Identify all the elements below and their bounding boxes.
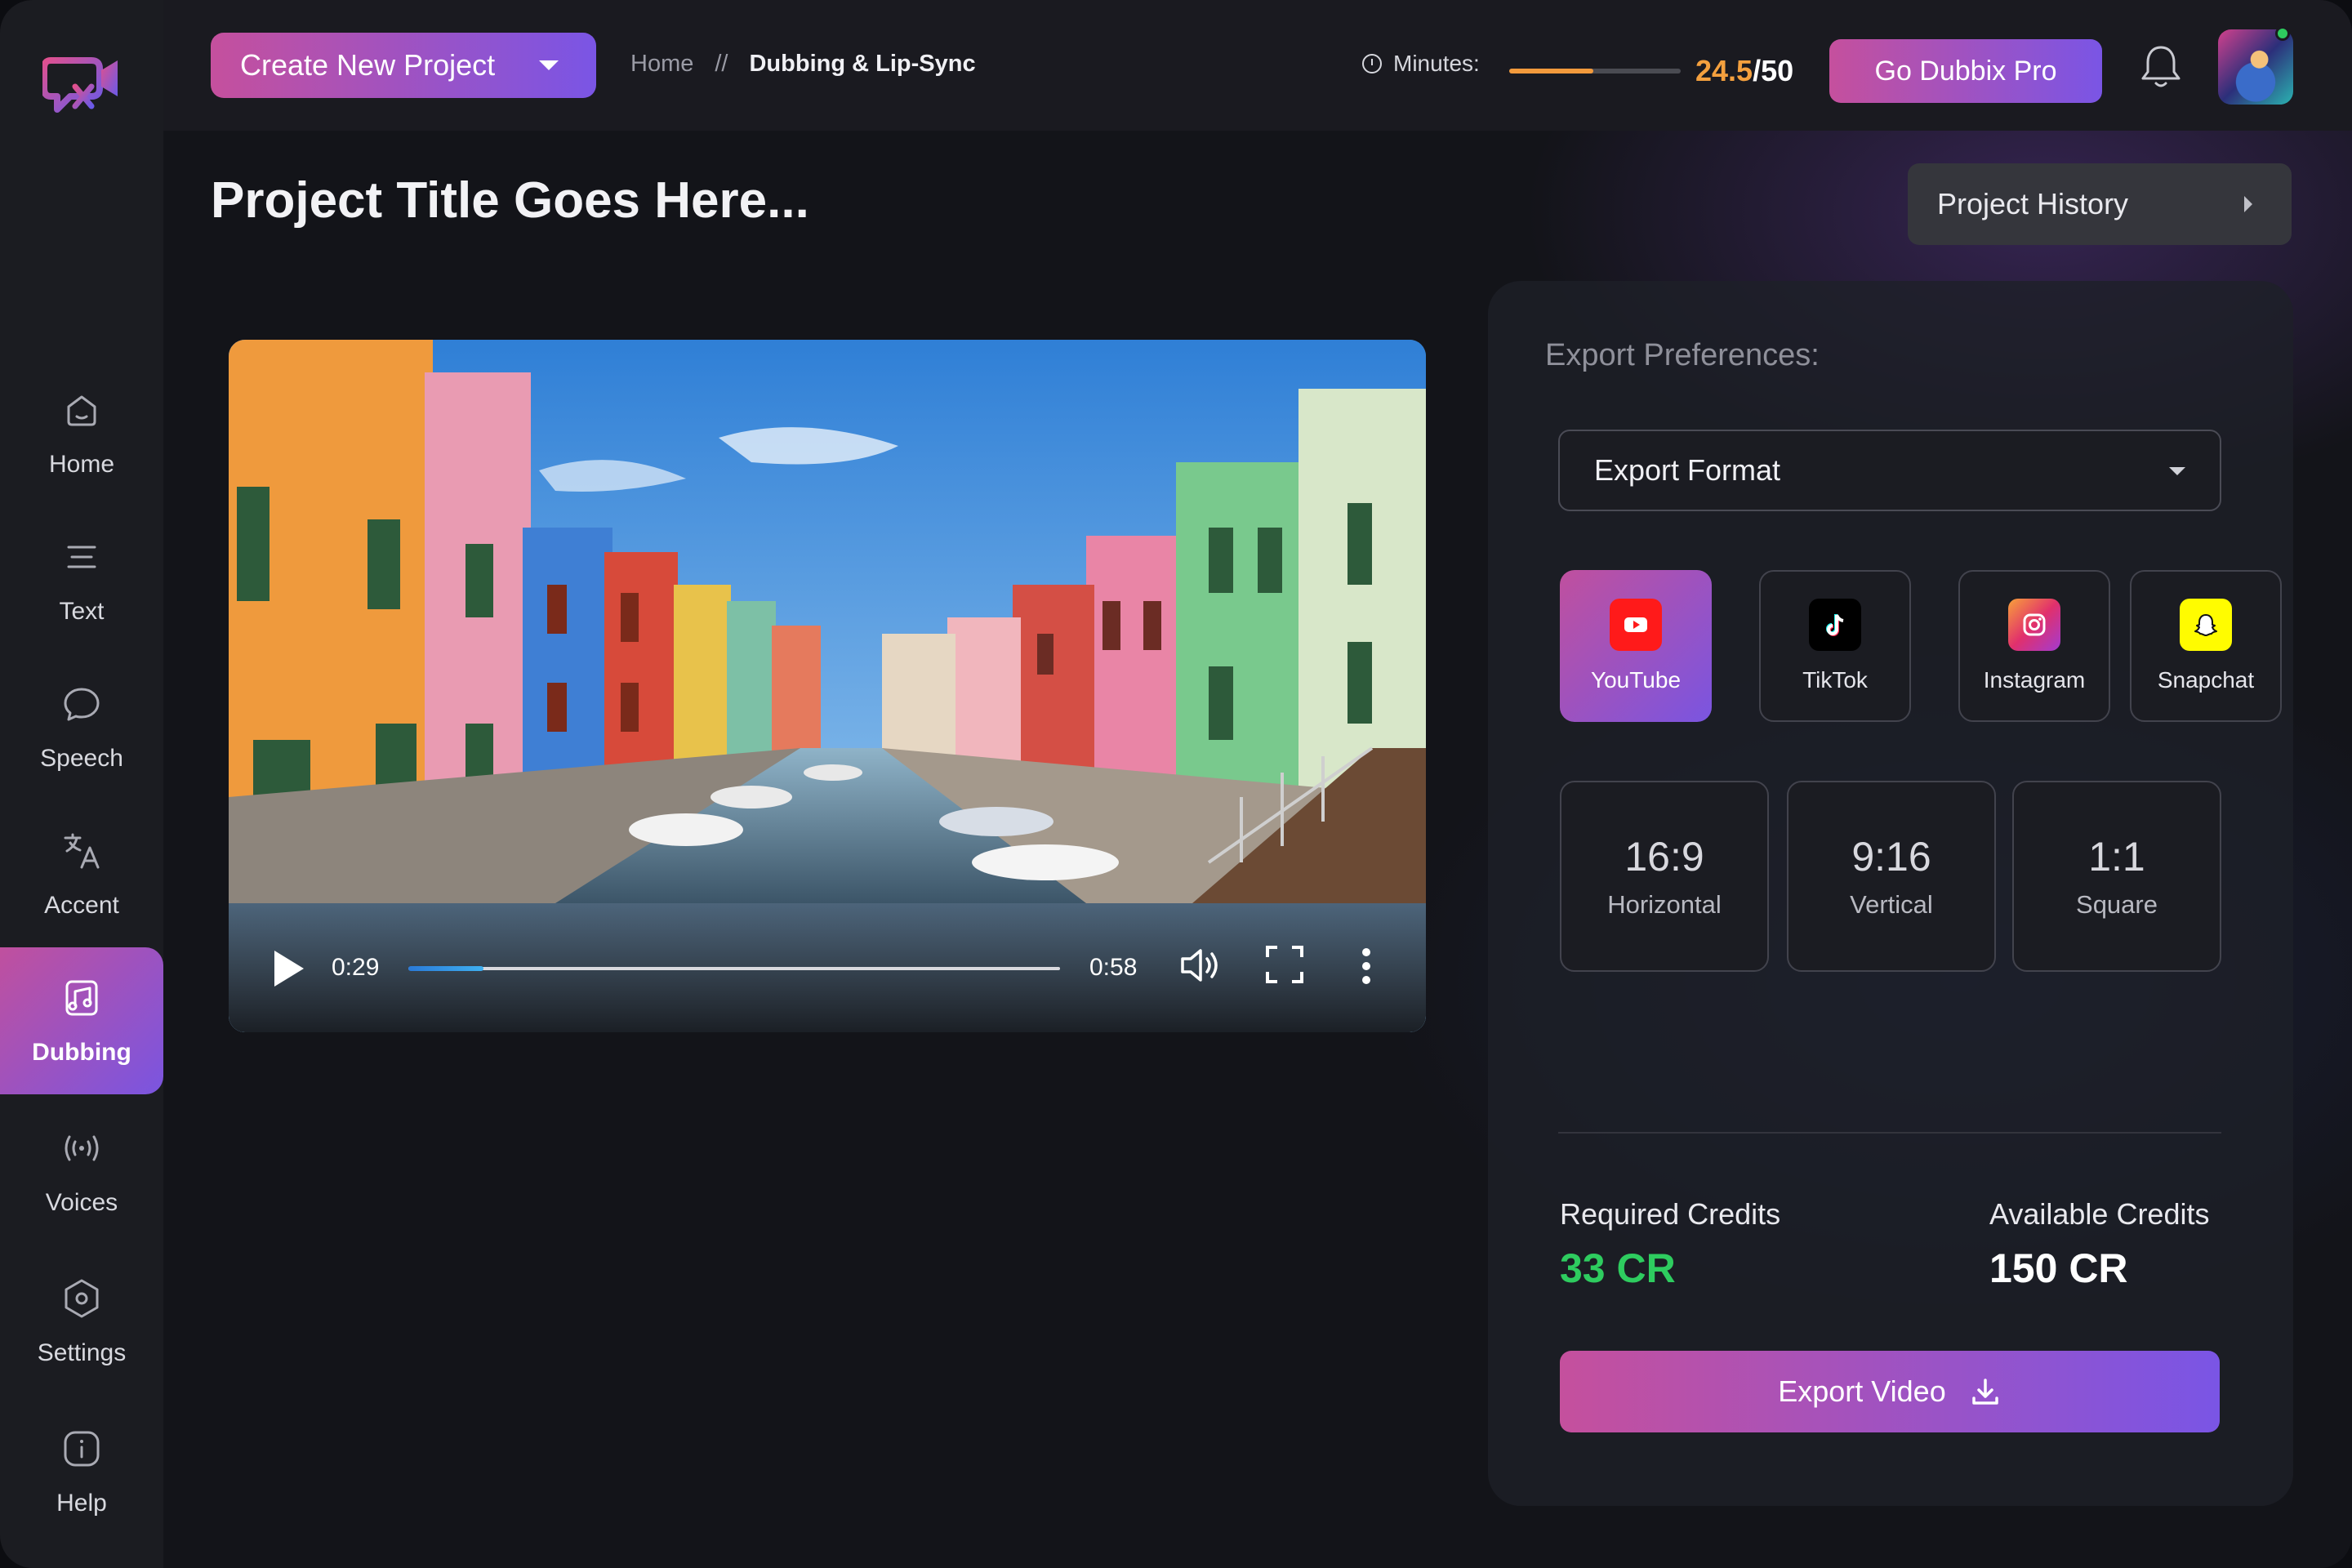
youtube-icon (1610, 599, 1662, 651)
project-history-button[interactable]: Project History (1908, 163, 2292, 245)
export-format-select[interactable]: Export Format (1558, 430, 2221, 511)
breadcrumb-home[interactable]: Home (630, 51, 693, 78)
platform-youtube[interactable]: YouTube (1560, 570, 1712, 722)
platform-label: TikTok (1802, 667, 1868, 693)
online-status-dot (2275, 26, 2290, 41)
sidebar-item-speech[interactable]: Speech (0, 653, 163, 800)
ratio-value: 1:1 (2088, 834, 2145, 880)
panel-title: Export Preferences: (1545, 338, 1820, 372)
page-title[interactable]: Project Title Goes Here... (211, 172, 809, 229)
sidebar-item-voices[interactable]: Voices (0, 1098, 163, 1245)
current-time: 0:29 (332, 954, 380, 981)
snapchat-icon (2180, 599, 2232, 651)
available-credits-label: Available Credits (1989, 1197, 2210, 1231)
sidebar: Home Text Speech Accent Dubbing Voices S… (0, 0, 163, 1568)
minutes-used: 24.5 (1695, 54, 1753, 87)
download-icon (1971, 1379, 1998, 1405)
minutes-count: 24.5/50 (1695, 54, 1793, 88)
go-pro-button[interactable]: Go Dubbix Pro (1829, 39, 2102, 103)
sidebar-item-help[interactable]: Help (0, 1398, 163, 1545)
caret-down-icon (539, 60, 559, 70)
text-lines-icon (67, 546, 96, 568)
speech-bubble-icon (64, 688, 100, 721)
available-credits-value: 150 CR (1989, 1245, 2128, 1291)
minutes-total: /50 (1753, 54, 1794, 87)
platform-label: YouTube (1590, 667, 1682, 693)
ratio-name: Square (2076, 890, 2158, 919)
sidebar-item-label: Dubbing (32, 1039, 131, 1066)
ratio-value: 9:16 (1851, 834, 1931, 880)
platform-instagram[interactable]: Instagram (1958, 570, 2110, 722)
ratio-name: Horizontal (1607, 890, 1722, 919)
fullscreen-icon[interactable] (1264, 944, 1305, 985)
required-credits-value: 33 CR (1560, 1245, 1676, 1291)
play-icon[interactable] (274, 951, 304, 987)
platform-label: Snapchat (2157, 667, 2255, 693)
chevron-down-icon (2169, 467, 2185, 475)
sidebar-item-label: Text (59, 598, 105, 625)
sidebar-item-label: Accent (44, 892, 119, 919)
tiktok-icon (1809, 599, 1861, 651)
minutes-progress-fill (1509, 69, 1593, 74)
platform-snapchat[interactable]: Snapchat (2130, 570, 2282, 722)
project-history-label: Project History (1937, 187, 2129, 220)
platform-label: Instagram (1983, 667, 2086, 693)
sidebar-item-text[interactable]: Text (0, 506, 163, 653)
duration: 0:58 (1089, 954, 1138, 981)
breadcrumb-separator: // (715, 51, 728, 77)
export-video-label: Export Video (1778, 1374, 1946, 1408)
export-preferences-panel: Export Preferences: Export Format YouTub… (1488, 281, 2293, 1506)
sidebar-item-dubbing[interactable]: Dubbing (0, 947, 163, 1094)
clock-icon (1362, 54, 1382, 74)
app-window: Home Text Speech Accent Dubbing Voices S… (0, 0, 2352, 1568)
minutes-progress-bar (1509, 69, 1681, 74)
sidebar-item-home[interactable]: Home (0, 359, 163, 506)
minutes-usage: Minutes: (1362, 51, 1480, 77)
ratio-16-9[interactable]: 16:9 Horizontal (1560, 781, 1769, 972)
sidebar-item-label: Help (56, 1490, 107, 1517)
ratio-1-1[interactable]: 1:1 Square (2012, 781, 2221, 972)
create-project-button[interactable]: Create New Project (211, 33, 596, 98)
bell-icon[interactable] (2136, 41, 2185, 93)
export-format-placeholder: Export Format (1594, 453, 1781, 487)
home-icon (67, 395, 96, 426)
chevron-right-icon (2244, 196, 2252, 212)
instagram-icon (2008, 599, 2060, 651)
sidebar-item-settings[interactable]: Settings (0, 1248, 163, 1395)
ratio-value: 16:9 (1624, 834, 1704, 880)
ratio-name: Vertical (1850, 890, 1933, 919)
required-credits-label: Required Credits (1560, 1197, 1781, 1231)
seek-bar[interactable] (408, 966, 1060, 971)
sidebar-item-accent[interactable]: Accent (0, 800, 163, 947)
divider (1558, 1132, 2221, 1134)
platform-tiktok[interactable]: TikTok (1759, 570, 1911, 722)
sidebar-item-label: Home (48, 451, 115, 478)
create-project-label: Create New Project (240, 48, 496, 82)
broadcast-icon (65, 1135, 99, 1161)
sidebar-item-label: Settings (37, 1339, 127, 1366)
more-options-icon[interactable] (1361, 946, 1372, 987)
info-icon (64, 1431, 100, 1467)
volume-icon[interactable] (1176, 941, 1225, 990)
go-pro-label: Go Dubbix Pro (1874, 55, 2057, 87)
hexagon-gear-icon (65, 1279, 99, 1318)
video-player[interactable]: 0:29 0:58 (229, 340, 1426, 1032)
breadcrumb: Home // Dubbing & Lip-Sync (630, 51, 976, 78)
sidebar-item-label: Speech (40, 745, 123, 772)
player-controls: 0:29 0:58 (229, 903, 1426, 1032)
ratio-9-16[interactable]: 9:16 Vertical (1787, 781, 1996, 972)
minutes-label: Minutes: (1393, 51, 1480, 76)
seek-bar-progress (408, 966, 483, 971)
translate-icon (64, 833, 100, 869)
breadcrumb-current: Dubbing & Lip-Sync (749, 51, 976, 77)
sidebar-item-label: Voices (45, 1189, 118, 1216)
dubbix-logo-icon[interactable] (41, 49, 121, 122)
export-video-button[interactable]: Export Video (1560, 1351, 2220, 1432)
music-notes-icon (65, 980, 98, 1016)
